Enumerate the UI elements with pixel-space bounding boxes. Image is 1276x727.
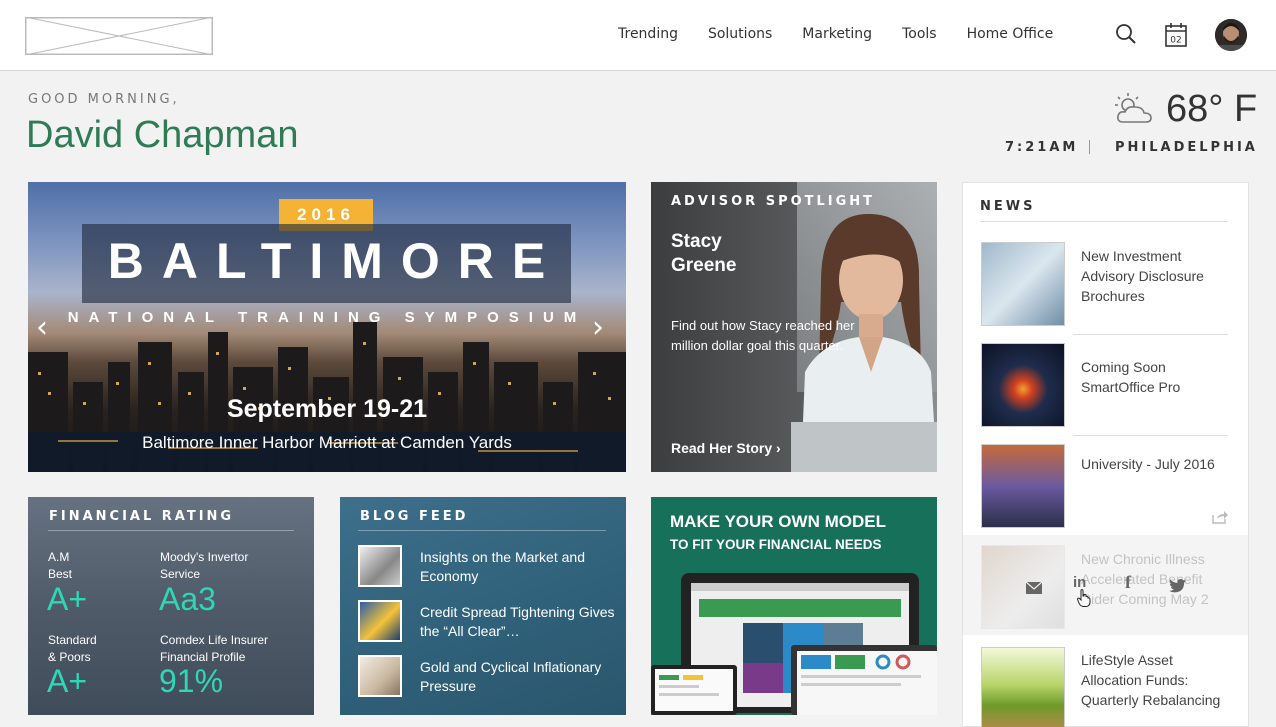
blog-item-credit-spread[interactable]: Credit Spread Tightening Gives the “All … [420,603,620,641]
divider [980,221,1228,222]
share-icon[interactable] [1212,510,1228,524]
main-nav: Trending Solutions Marketing Tools Home … [618,26,1083,42]
news-item-disclosure-brochures[interactable]: New Investment Advisory Disclosure Broch… [1081,246,1236,306]
logo-placeholder[interactable] [25,17,213,55]
time-city-divider [1089,140,1090,154]
divider [48,530,294,531]
nav-item-trending[interactable]: Trending [618,26,678,42]
search-icon[interactable] [1115,23,1137,45]
divider [1073,435,1228,436]
model-subheading: TO FIT YOUR FINANCIAL NEEDS [670,537,882,552]
calendar-day: 02 [1170,36,1181,46]
blog-thumbnail[interactable] [358,655,402,697]
rating-value-standard-poors: A+ [47,663,88,699]
advisor-spotlight-card[interactable]: ADVISOR SPOTLIGHT Stacy Greene Find out … [651,182,937,472]
blog-thumbnail[interactable] [358,545,402,587]
advisor-section-label: ADVISOR SPOTLIGHT [671,194,876,209]
make-your-model-card[interactable]: MAKE YOUR OWN MODEL TO FIT YOUR FINANCIA… [651,497,937,715]
news-item-smartoffice-pro[interactable]: Coming Soon SmartOffice Pro [1081,357,1236,397]
news-item-chronic-illness[interactable]: New Chronic Illness Accelerated Benefit … [1081,549,1236,609]
carousel-prev-button[interactable]: ‹ [36,310,48,345]
news-thumbnail[interactable] [981,444,1065,528]
blog-feed-label: BLOG FEED [360,509,469,524]
nav-item-tools[interactable]: Tools [902,26,937,42]
rating-value-am-best: A+ [47,581,88,617]
greeting-subtitle: GOOD MORNING, [28,92,180,107]
rating-label-comdex: Comdex Life Insurer Financial Profile [160,633,269,664]
partly-cloudy-icon [1115,93,1152,123]
financial-rating-card: FINANCIAL RATING A.M Best A+ Moody's Inv… [28,497,314,715]
news-item-lifestyle-asset[interactable]: LifeStyle Asset Allocation Funds: Quarte… [1081,650,1236,710]
nav-item-home-office[interactable]: Home Office [967,26,1054,42]
current-time: 7:21AM [1005,140,1079,155]
laptop-dashboard-image [651,573,937,715]
carousel-next-button[interactable]: › [592,310,604,345]
news-thumbnail[interactable] [981,343,1065,427]
rating-label-am-best: A.M Best [48,550,73,581]
blog-thumbnail[interactable] [358,600,402,642]
news-thumbnail[interactable] [981,545,1065,629]
hero-subtitle: NATIONAL TRAINING SYMPOSIUM [67,309,587,326]
user-name: David Chapman [26,114,299,156]
rating-value-comdex: 91% [159,663,224,699]
current-city: PHILADELPHIA [1115,140,1258,155]
rating-label-moodys: Moody's Invertor Service [160,550,249,581]
facebook-icon[interactable]: f [1125,572,1131,593]
twitter-icon[interactable] [1169,579,1186,593]
news-item-university[interactable]: University - July 2016 [1081,454,1236,474]
blog-item-gold-cyclical[interactable]: Gold and Cyclical Inflationary Pressure [420,658,620,696]
blog-feed-card: BLOG FEED Insights on the Market and Eco… [340,497,626,715]
mail-icon[interactable] [1026,582,1042,594]
divider [358,530,606,531]
hand-cursor-icon [1077,589,1091,607]
temperature: 68° F [1166,88,1258,130]
news-panel: NEWS New Investment Advisory Disclosure … [962,182,1249,727]
financial-rating-label: FINANCIAL RATING [49,509,235,524]
advisor-description: Find out how Stacy reached her million d… [671,318,855,353]
calendar-icon[interactable]: 02 [1165,23,1187,47]
news-thumbnail[interactable] [981,242,1065,326]
rating-label-standard-poors: Standard & Poors [48,633,97,664]
event-venue: Baltimore Inner Harbor Marriott at Camde… [142,433,512,452]
divider [1073,334,1228,335]
model-heading: MAKE YOUR OWN MODEL [670,512,886,531]
advisor-name: Stacy Greene [671,231,737,276]
hero-carousel[interactable]: 2016 BALTIMORE NATIONAL TRAINING SYMPOSI… [28,182,626,472]
rating-value-moodys: Aa3 [159,581,216,617]
top-nav-bar: Trending Solutions Marketing Tools Home … [0,0,1276,71]
event-date: September 19-21 [226,395,428,423]
blog-item-market-insights[interactable]: Insights on the Market and Economy [420,548,620,586]
nav-item-marketing[interactable]: Marketing [802,26,872,42]
hero-title: BALTIMORE [107,233,564,289]
nav-item-solutions[interactable]: Solutions [708,26,772,42]
avatar[interactable] [1215,19,1247,51]
read-story-link[interactable]: Read Her Story › [671,440,781,456]
news-title: NEWS [980,199,1036,214]
news-thumbnail[interactable] [981,647,1065,727]
